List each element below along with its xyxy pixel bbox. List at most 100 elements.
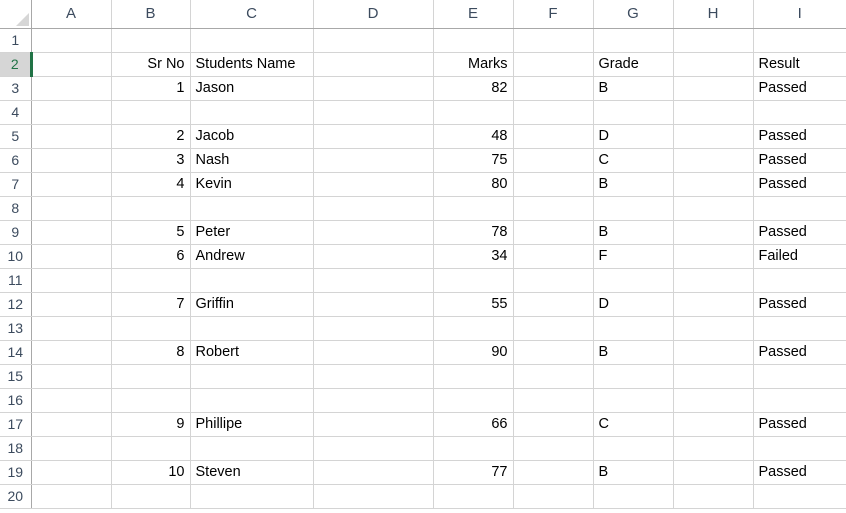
spreadsheet-grid[interactable]: ABCDEFGHI 1 2 Sr No Students Name Marks Grade…	[0, 0, 846, 513]
row-header-9[interactable]: 9	[0, 220, 32, 245]
row-header-8[interactable]: 8	[0, 196, 32, 221]
cell-B7[interactable]: 4	[111, 172, 191, 197]
cell-B15[interactable]	[111, 364, 191, 389]
cell-F5[interactable]	[513, 124, 594, 149]
cell-B14[interactable]: 8	[111, 340, 191, 365]
row-header-2[interactable]: 2	[0, 52, 33, 77]
cell-A18[interactable]	[31, 436, 112, 461]
cell-D19[interactable]	[313, 460, 434, 485]
cell-D1[interactable]	[313, 28, 434, 53]
cell-H2[interactable]	[673, 52, 754, 77]
cell-H6[interactable]	[673, 148, 754, 173]
cell-H15[interactable]	[673, 364, 754, 389]
cell-G2[interactable]: Grade	[593, 52, 674, 77]
column-header-a[interactable]: A	[31, 0, 112, 29]
cell-H16[interactable]	[673, 388, 754, 413]
cell-B11[interactable]	[111, 268, 191, 293]
cell-B3[interactable]: 1	[111, 76, 191, 101]
cell-F12[interactable]	[513, 292, 594, 317]
cell-A2[interactable]	[31, 52, 112, 77]
cell-F4[interactable]	[513, 100, 594, 125]
cell-E15[interactable]	[433, 364, 514, 389]
cell-C8[interactable]	[190, 196, 314, 221]
cell-I11[interactable]	[753, 268, 846, 293]
cell-E9[interactable]: 78	[433, 220, 514, 245]
cell-E14[interactable]: 90	[433, 340, 514, 365]
cell-F14[interactable]	[513, 340, 594, 365]
cell-C11[interactable]	[190, 268, 314, 293]
column-header-e[interactable]: E	[433, 0, 514, 29]
cell-I17[interactable]: Passed	[753, 412, 846, 437]
row-header-10[interactable]: 10	[0, 244, 32, 269]
cell-A7[interactable]	[31, 172, 112, 197]
cell-B6[interactable]: 3	[111, 148, 191, 173]
row-header-7[interactable]: 7	[0, 172, 32, 197]
cell-C4[interactable]	[190, 100, 314, 125]
cell-D2[interactable]	[313, 52, 434, 77]
cell-D6[interactable]	[313, 148, 434, 173]
cell-H3[interactable]	[673, 76, 754, 101]
cell-D5[interactable]	[313, 124, 434, 149]
cell-G8[interactable]	[593, 196, 674, 221]
column-header-c[interactable]: C	[190, 0, 314, 29]
cell-G13[interactable]	[593, 316, 674, 341]
row-header-17[interactable]: 17	[0, 412, 32, 437]
cell-D7[interactable]	[313, 172, 434, 197]
cell-C10[interactable]: Andrew	[190, 244, 314, 269]
cell-A8[interactable]	[31, 196, 112, 221]
cell-H18[interactable]	[673, 436, 754, 461]
cell-G19[interactable]: B	[593, 460, 674, 485]
cell-E4[interactable]	[433, 100, 514, 125]
cell-A12[interactable]	[31, 292, 112, 317]
row-header-13[interactable]: 13	[0, 316, 32, 341]
cell-A13[interactable]	[31, 316, 112, 341]
column-header-h[interactable]: H	[673, 0, 754, 29]
cell-I20[interactable]	[753, 484, 846, 509]
cell-H14[interactable]	[673, 340, 754, 365]
cell-D15[interactable]	[313, 364, 434, 389]
cell-B1[interactable]	[111, 28, 191, 53]
row-header-18[interactable]: 18	[0, 436, 32, 461]
row-header-20[interactable]: 20	[0, 484, 32, 509]
cell-G10[interactable]: F	[593, 244, 674, 269]
cell-B2[interactable]: Sr No	[111, 52, 191, 77]
row-header-16[interactable]: 16	[0, 388, 32, 413]
column-header-b[interactable]: B	[111, 0, 191, 29]
cell-A5[interactable]	[31, 124, 112, 149]
cell-D8[interactable]	[313, 196, 434, 221]
cell-F18[interactable]	[513, 436, 594, 461]
cell-F1[interactable]	[513, 28, 594, 53]
cell-A4[interactable]	[31, 100, 112, 125]
cell-H12[interactable]	[673, 292, 754, 317]
column-header-g[interactable]: G	[593, 0, 674, 29]
cell-E5[interactable]: 48	[433, 124, 514, 149]
cell-D10[interactable]	[313, 244, 434, 269]
cell-C7[interactable]: Kevin	[190, 172, 314, 197]
cell-B8[interactable]	[111, 196, 191, 221]
cell-E10[interactable]: 34	[433, 244, 514, 269]
cell-C9[interactable]: Peter	[190, 220, 314, 245]
row-header-6[interactable]: 6	[0, 148, 32, 173]
cell-C19[interactable]: Steven	[190, 460, 314, 485]
cell-G11[interactable]	[593, 268, 674, 293]
cell-H5[interactable]	[673, 124, 754, 149]
cell-A10[interactable]	[31, 244, 112, 269]
cell-I2[interactable]: Result	[753, 52, 846, 77]
cell-D4[interactable]	[313, 100, 434, 125]
column-header-i[interactable]: I	[753, 0, 846, 29]
cell-C17[interactable]: Phillipe	[190, 412, 314, 437]
cell-A17[interactable]	[31, 412, 112, 437]
cell-F16[interactable]	[513, 388, 594, 413]
cell-E3[interactable]: 82	[433, 76, 514, 101]
cell-F15[interactable]	[513, 364, 594, 389]
cell-E18[interactable]	[433, 436, 514, 461]
cell-E16[interactable]	[433, 388, 514, 413]
cell-H9[interactable]	[673, 220, 754, 245]
cell-G16[interactable]	[593, 388, 674, 413]
select-all-button[interactable]	[0, 0, 32, 29]
cell-A20[interactable]	[31, 484, 112, 509]
cell-F9[interactable]	[513, 220, 594, 245]
cell-G3[interactable]: B	[593, 76, 674, 101]
row-header-4[interactable]: 4	[0, 100, 32, 125]
column-header-d[interactable]: D	[313, 0, 434, 29]
